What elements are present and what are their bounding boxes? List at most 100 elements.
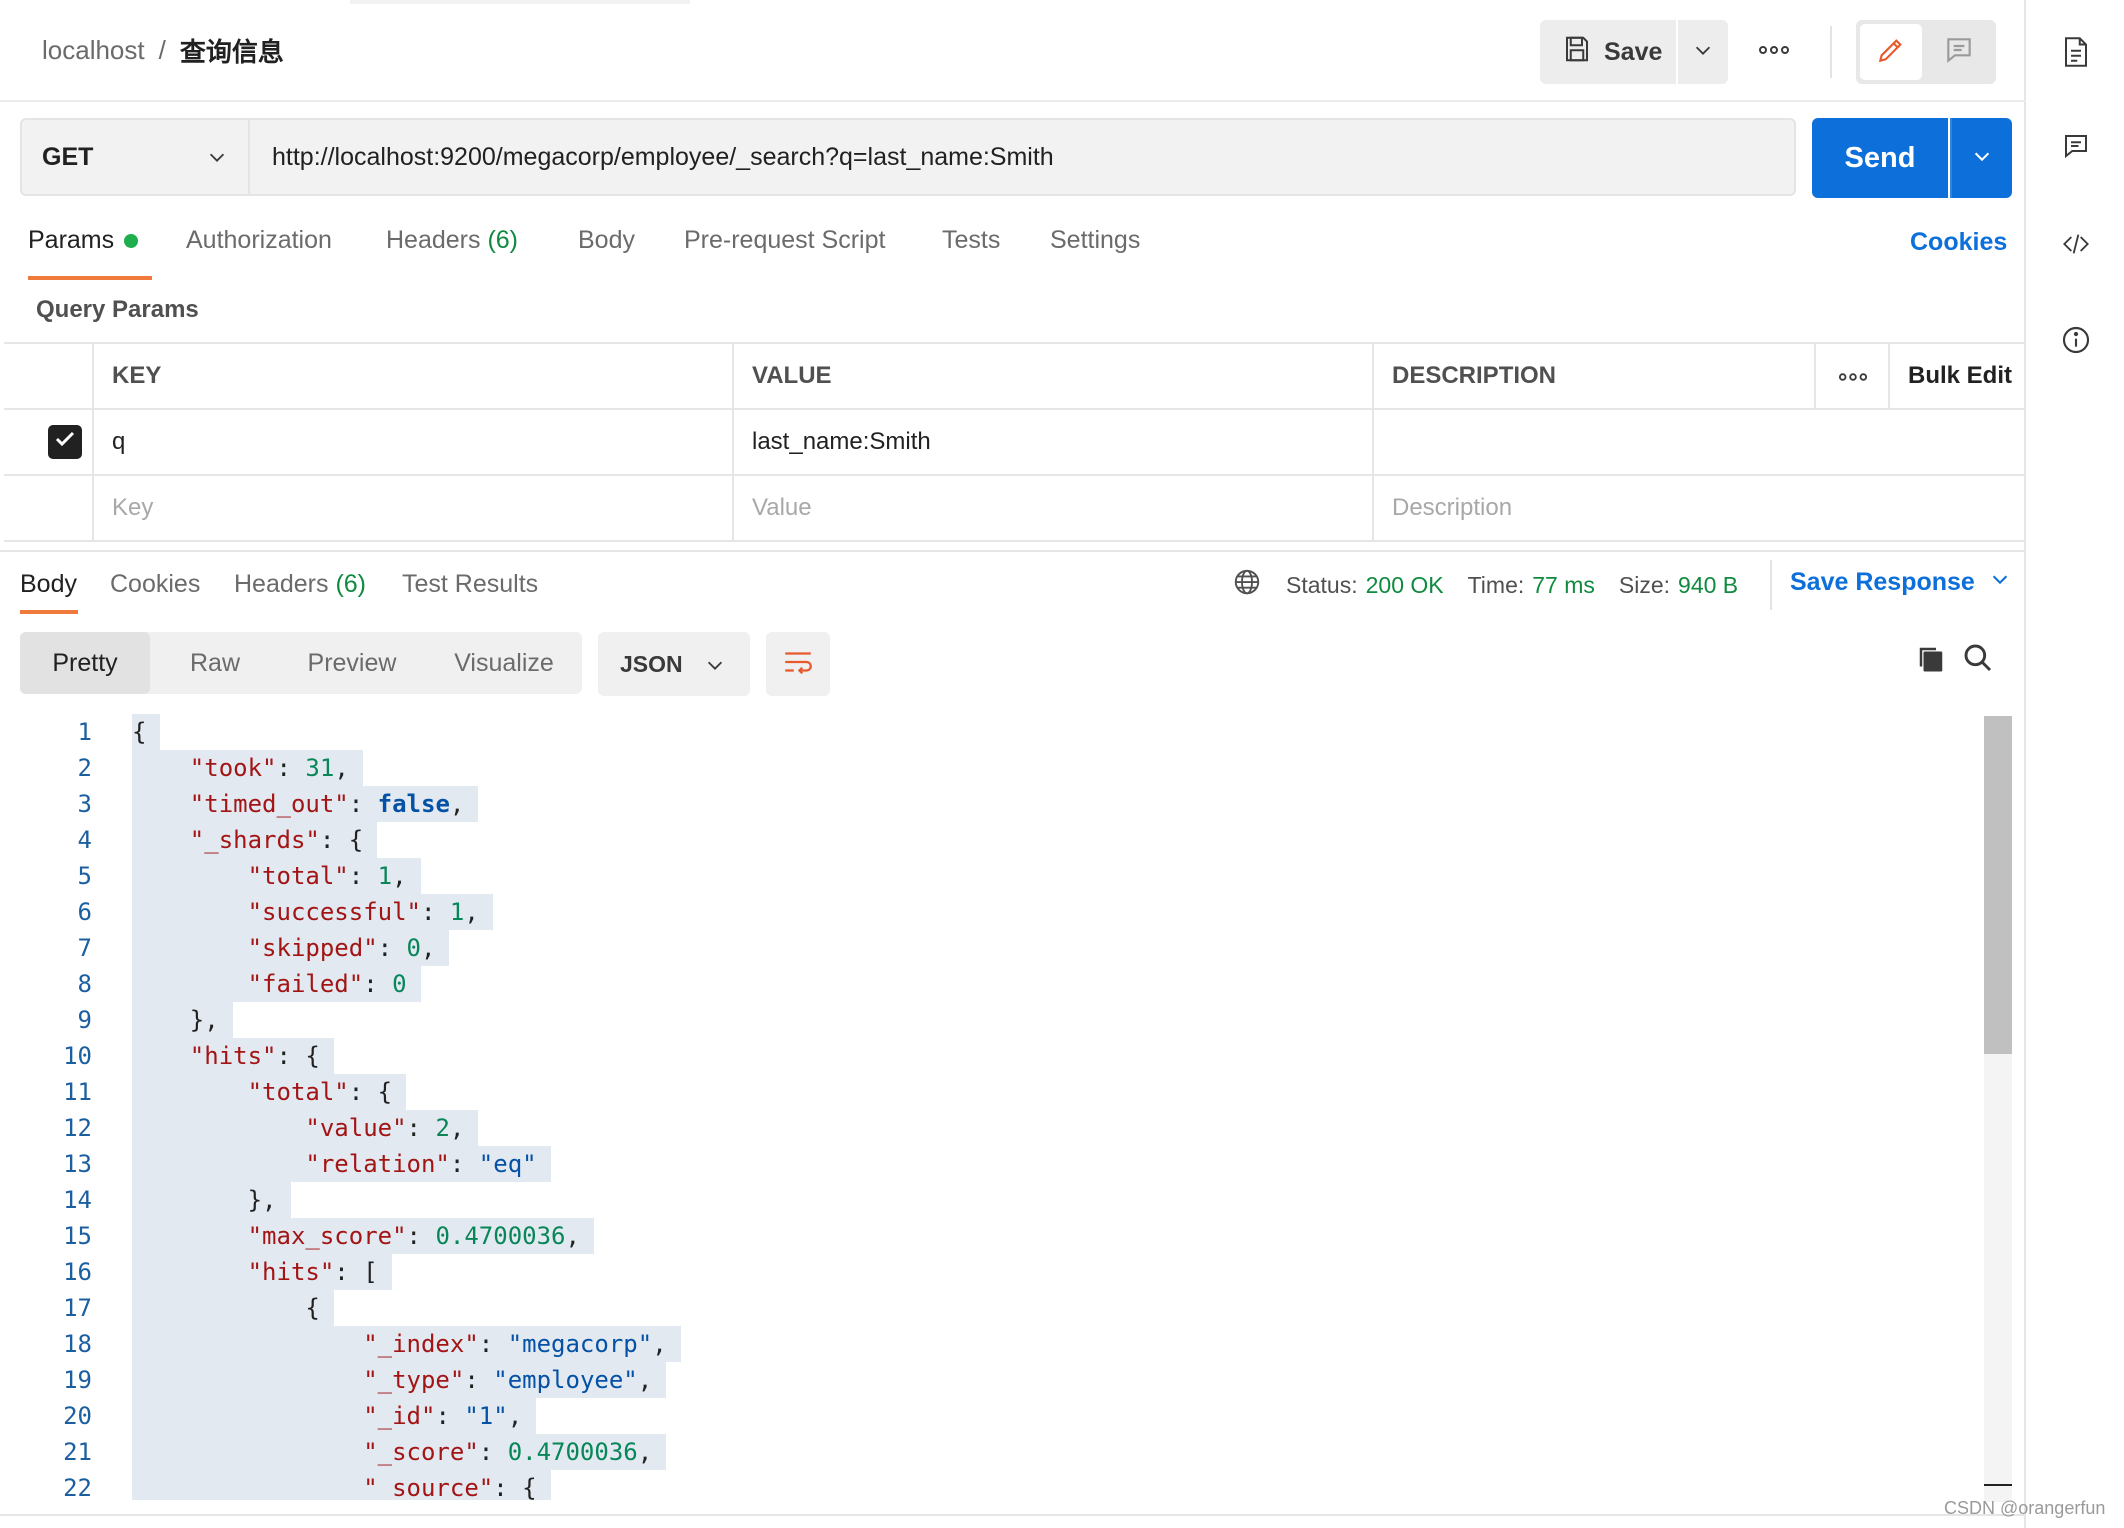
time-value[interactable]: 77 ms	[1532, 572, 1595, 599]
code-text: "_index": "megacorp",	[132, 1326, 681, 1362]
column-options-button[interactable]	[1816, 344, 1890, 408]
code-text: "_source": {	[132, 1470, 551, 1500]
query-params-title: Query Params	[36, 296, 199, 323]
tab-settings-label: Settings	[1050, 226, 1141, 254]
value-column-header: VALUE	[734, 344, 1374, 408]
table-header-row: KEY VALUE DESCRIPTION Bulk Edit	[4, 344, 2026, 410]
chevron-down-icon	[206, 146, 228, 175]
code-line: 4 "_shards": {	[0, 822, 1980, 858]
tab-body[interactable]: Body	[578, 226, 635, 255]
response-tab-body[interactable]: Body	[20, 570, 77, 599]
code-line: 17 {	[0, 1290, 1980, 1326]
view-visualize[interactable]: Visualize	[432, 632, 576, 694]
tab-prerequest-label: Pre-request Script	[684, 226, 886, 254]
tab-headers-label: Headers	[386, 226, 481, 254]
header-divider	[1830, 26, 1832, 78]
tab-tests-label: Tests	[942, 226, 1001, 254]
active-tab-underline	[28, 276, 152, 280]
documentation-icon[interactable]	[2058, 34, 2094, 70]
view-pretty[interactable]: Pretty	[20, 632, 150, 694]
method-value: GET	[42, 142, 94, 171]
tab-tests[interactable]: Tests	[942, 226, 1000, 255]
watermark: CSDN @orangerfun	[1944, 1498, 2106, 1518]
code-text: {	[132, 1290, 334, 1326]
line-number: 18	[63, 1330, 92, 1358]
new-key-input[interactable]: Key	[94, 476, 734, 540]
line-number: 5	[77, 862, 92, 890]
line-number: 12	[63, 1114, 92, 1142]
comments-icon[interactable]	[2058, 128, 2094, 164]
format-select[interactable]: JSON	[598, 632, 750, 696]
response-tab-headers[interactable]: Headers (6)	[234, 570, 366, 599]
chevron-down-icon	[1971, 145, 1993, 172]
tab-settings[interactable]: Settings	[1050, 226, 1140, 255]
code-text: {	[132, 714, 161, 750]
response-meta: Status: 200 OK Time: 77 ms Size: 940 B	[1232, 568, 1738, 602]
code-scrollbar-thumb[interactable]	[1984, 716, 2012, 1054]
code-text: "total": 1,	[132, 858, 421, 894]
code-line: 14 },	[0, 1182, 1980, 1218]
view-mode-selector: Pretty Raw Preview Visualize	[20, 632, 582, 694]
info-icon[interactable]	[2058, 322, 2094, 358]
request-name[interactable]: 查询信息	[180, 32, 284, 69]
pencil-icon	[1875, 34, 1907, 71]
code-text: "hits": {	[132, 1038, 334, 1074]
tab-body-label: Body	[578, 226, 635, 254]
search-icon[interactable]	[1962, 642, 1994, 679]
wrap-lines-button[interactable]	[766, 632, 830, 696]
more-actions-button[interactable]	[1752, 30, 1796, 74]
response-tab-test-results[interactable]: Test Results	[402, 570, 538, 599]
save-icon	[1562, 34, 1592, 71]
checkmark-icon	[53, 427, 77, 458]
param-value-input[interactable]: last_name:Smith	[734, 410, 1374, 474]
save-response-button[interactable]: Save Response	[1790, 568, 2011, 597]
code-text: "successful": 1,	[132, 894, 493, 930]
code-text: },	[132, 1002, 233, 1038]
code-line: 13 "relation": "eq"	[0, 1146, 1980, 1182]
line-number: 11	[63, 1078, 92, 1106]
response-body-code[interactable]: 1{ 2 "took": 31, 3 "timed_out": false, 4…	[0, 714, 1980, 1500]
line-number: 7	[77, 934, 92, 962]
globe-icon[interactable]	[1232, 567, 1262, 603]
code-line: 6 "successful": 1,	[0, 894, 1980, 930]
tab-authorization[interactable]: Authorization	[186, 226, 332, 255]
bulk-edit-button[interactable]: Bulk Edit	[1890, 344, 2026, 408]
line-number: 8	[77, 970, 92, 998]
response-tab-cookies[interactable]: Cookies	[110, 570, 200, 599]
tab-params[interactable]: Params	[28, 226, 139, 255]
footer-divider	[0, 1514, 2026, 1516]
code-snippet-icon[interactable]	[2058, 226, 2094, 262]
tab-prerequest-script[interactable]: Pre-request Script	[684, 226, 885, 255]
code-text: "_score": 0.4700036,	[132, 1434, 667, 1470]
new-description-input[interactable]: Description	[1374, 476, 2026, 540]
send-dropdown-button[interactable]	[1950, 118, 2012, 198]
response-tab-headers-count: (6)	[335, 570, 367, 598]
copy-icon[interactable]	[1916, 644, 1946, 679]
request-header: localhost / 查询信息 Save	[0, 0, 2026, 102]
tab-headers[interactable]: Headers (6)	[386, 226, 518, 255]
url-input[interactable]: http://localhost:9200/megacorp/employee/…	[250, 118, 1796, 196]
comment-mode-button[interactable]	[1928, 24, 1990, 80]
param-description-input[interactable]	[1374, 410, 2026, 474]
method-select[interactable]: GET	[20, 118, 250, 196]
view-raw[interactable]: Raw	[160, 632, 270, 694]
code-text: "_id": "1",	[132, 1398, 537, 1434]
new-value-input[interactable]: Value	[734, 476, 1374, 540]
size-value[interactable]: 940 B	[1678, 572, 1738, 599]
edit-mode-button[interactable]	[1860, 24, 1922, 80]
send-button[interactable]: Send	[1812, 118, 1948, 198]
save-dropdown-button[interactable]	[1678, 20, 1728, 84]
view-preview[interactable]: Preview	[282, 632, 422, 694]
save-button[interactable]: Save	[1540, 20, 1676, 84]
line-number: 17	[63, 1294, 92, 1322]
code-line: 5 "total": 1,	[0, 858, 1980, 894]
param-key-input[interactable]: q	[94, 410, 734, 474]
code-line: 11 "total": {	[0, 1074, 1980, 1110]
cookies-link[interactable]: Cookies	[1910, 228, 2007, 257]
param-enabled-checkbox[interactable]	[48, 425, 82, 459]
code-text: "_type": "employee",	[132, 1362, 667, 1398]
code-line: 9 },	[0, 1002, 1980, 1038]
breadcrumb-collection[interactable]: localhost	[42, 35, 145, 66]
line-number: 2	[77, 754, 92, 782]
status-value[interactable]: 200 OK	[1366, 572, 1444, 599]
